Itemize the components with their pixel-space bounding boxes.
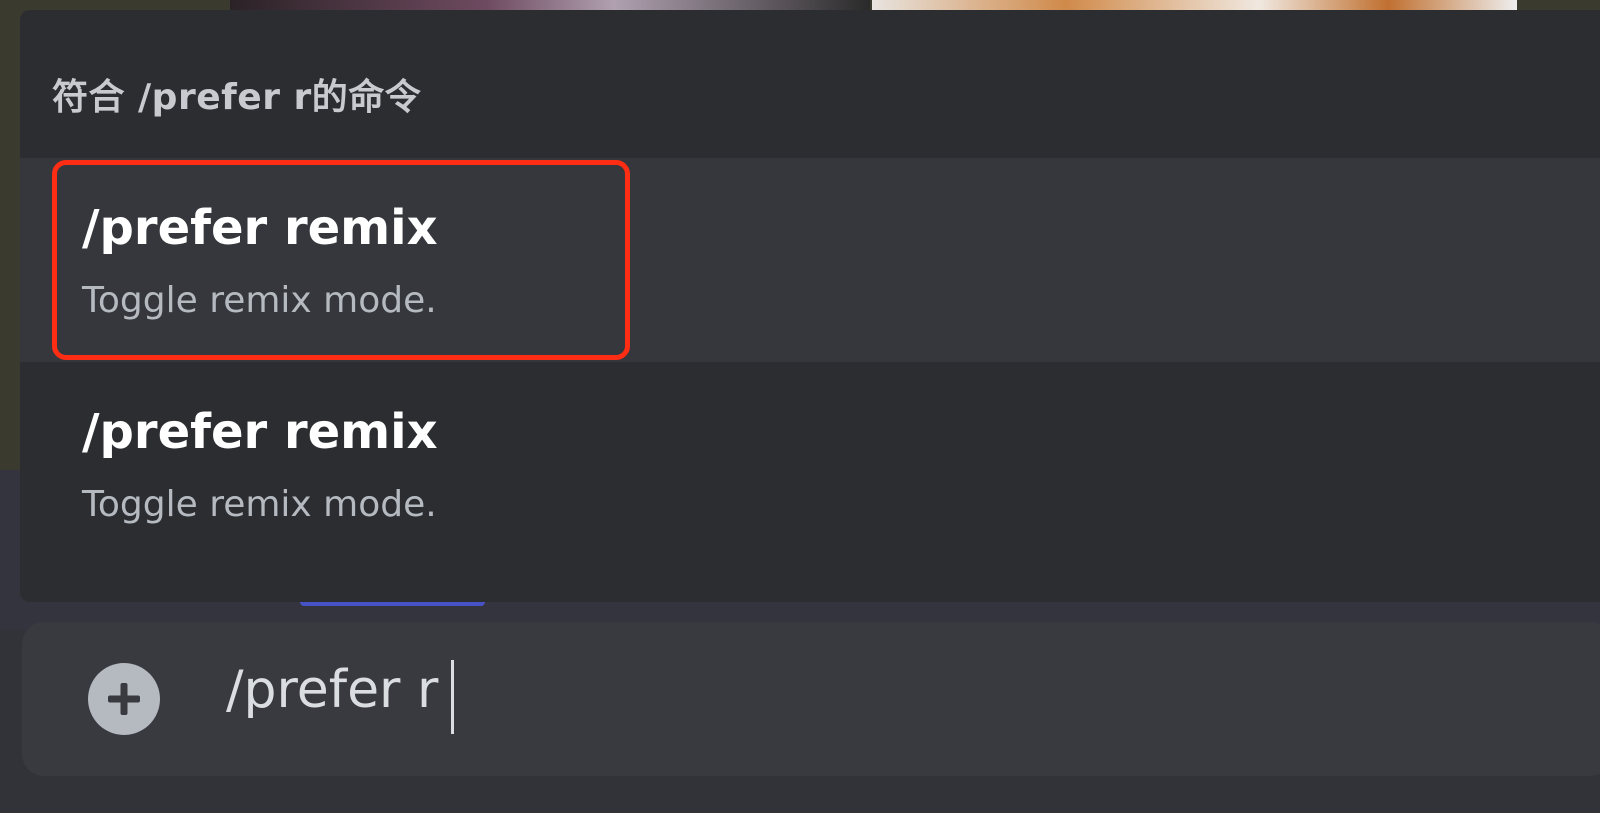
command-option[interactable]: /prefer remix Toggle remix mode. (20, 362, 1600, 566)
command-description: Toggle remix mode. (82, 484, 437, 525)
message-input[interactable]: /prefer r (226, 660, 438, 720)
command-option[interactable]: /prefer remix Toggle remix mode. (20, 158, 1600, 362)
autocomplete-header: 符合 /prefer r的命令 (52, 77, 422, 118)
command-name: /prefer remix (82, 200, 438, 256)
text-caret (451, 660, 454, 734)
command-name: /prefer remix (82, 404, 438, 460)
command-description: Toggle remix mode. (82, 280, 437, 321)
message-composer[interactable]: /prefer r (22, 622, 1600, 776)
plus-circle-icon[interactable] (88, 663, 160, 735)
command-autocomplete-popup: 符合 /prefer r的命令 /prefer remix Toggle rem… (20, 10, 1600, 602)
